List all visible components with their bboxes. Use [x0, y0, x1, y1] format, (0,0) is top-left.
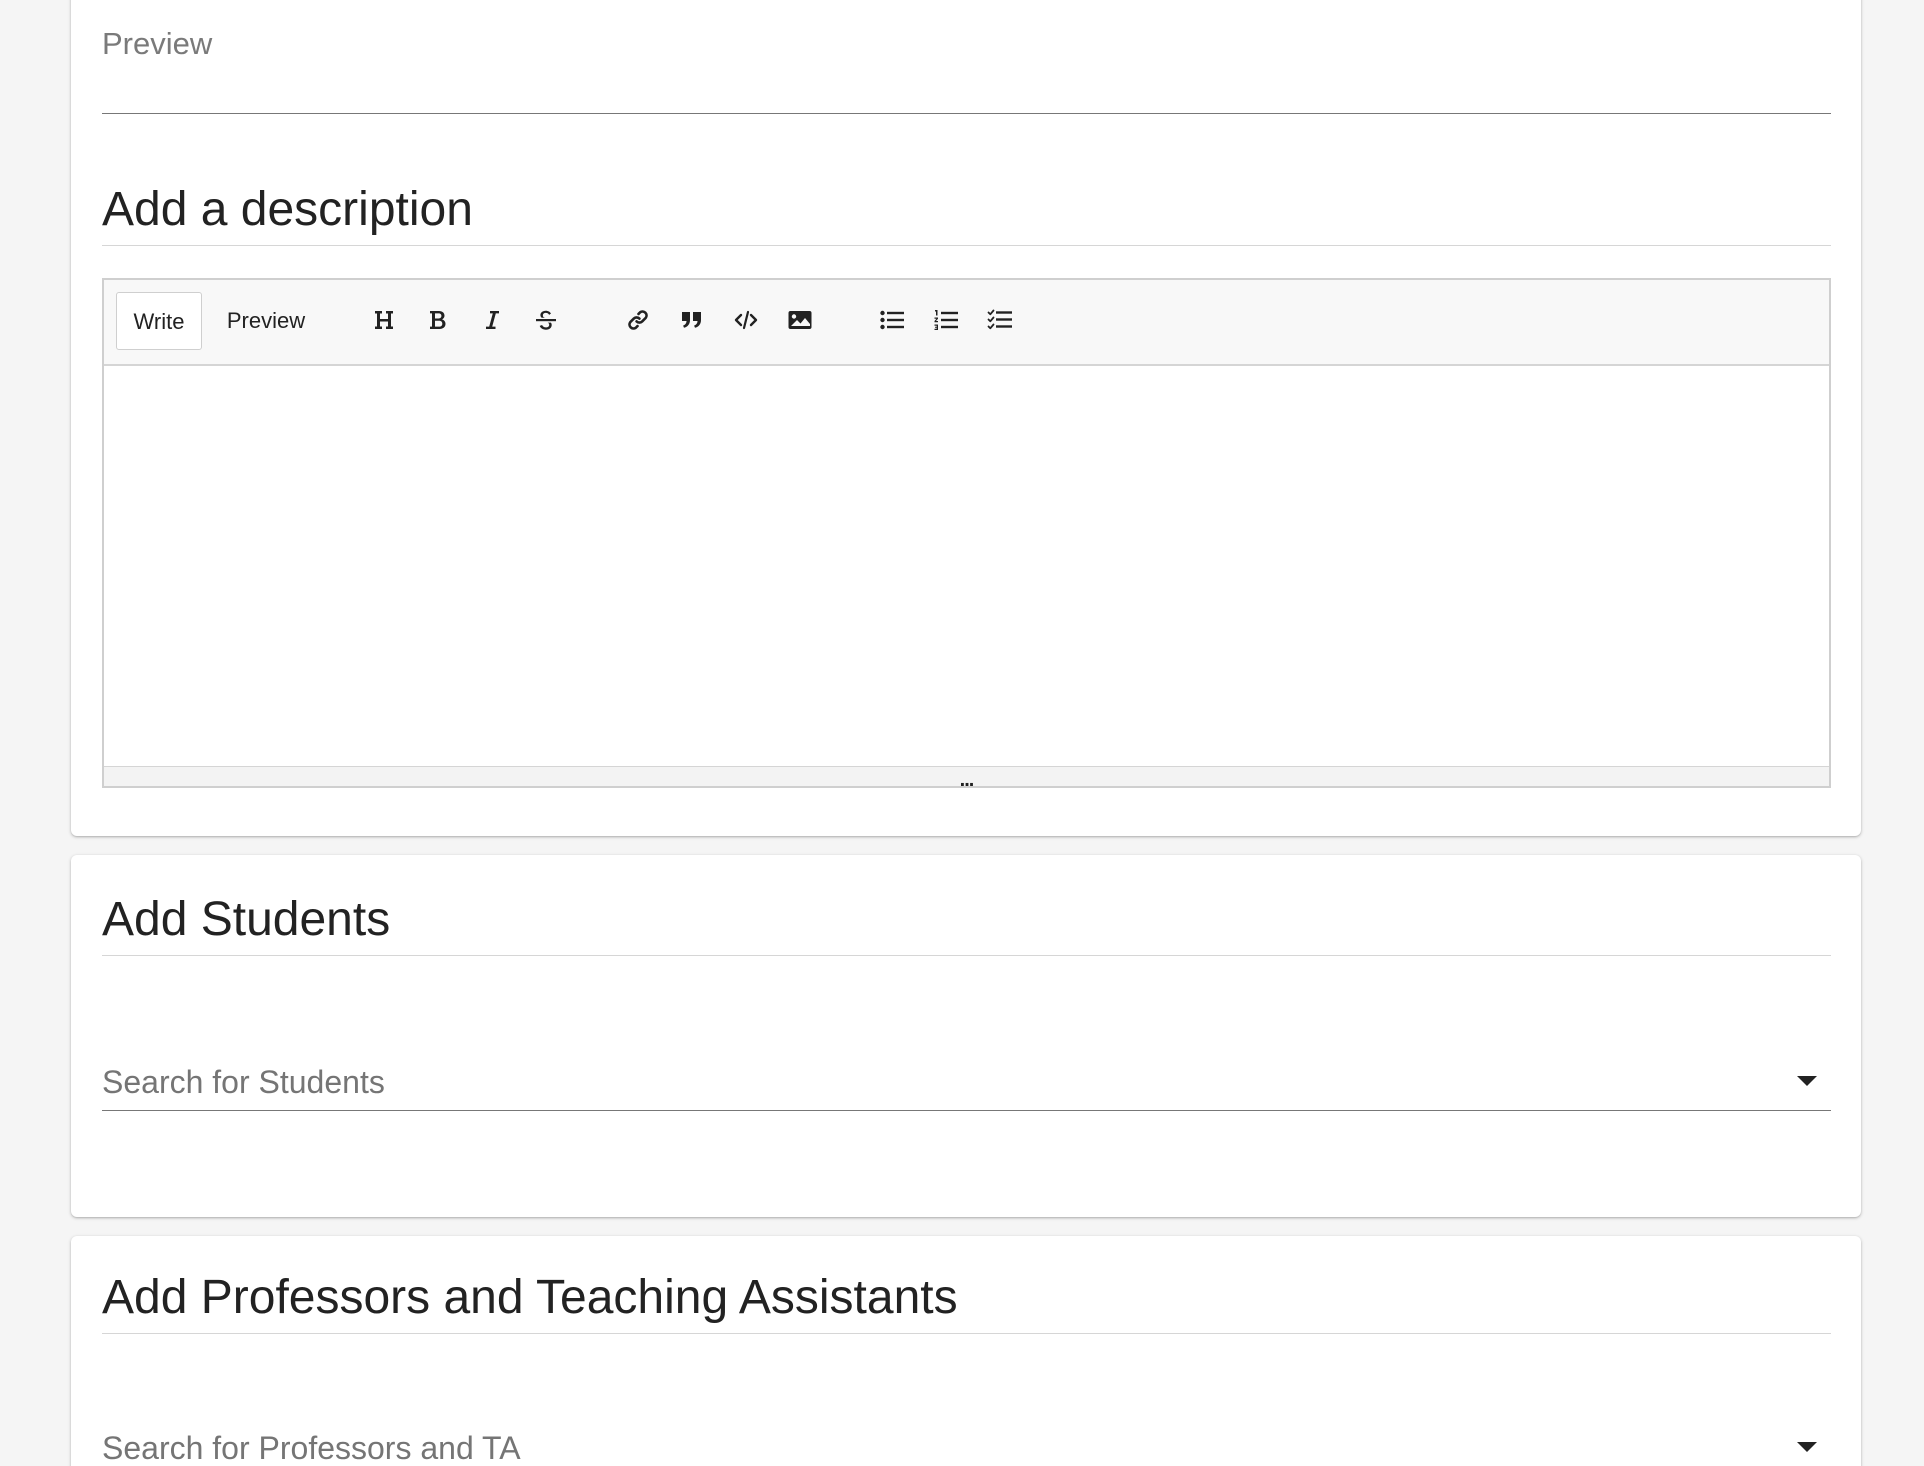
ordered-list-icon[interactable] — [928, 302, 964, 338]
quote-icon[interactable] — [674, 302, 710, 338]
preview-field[interactable]: Preview — [102, 24, 1831, 114]
chevron-down-icon[interactable] — [1797, 1076, 1817, 1086]
tab-preview[interactable]: Preview — [216, 292, 316, 350]
checked-list-icon[interactable] — [982, 302, 1018, 338]
staff-card: Add Professors and Teaching Assistants S… — [71, 1236, 1861, 1466]
unordered-list-icon[interactable] — [874, 302, 910, 338]
staff-search-placeholder: Search for Professors and TA — [102, 1430, 521, 1466]
resize-dots-icon: ... — [959, 769, 975, 791]
link-icon[interactable] — [620, 302, 656, 338]
preview-field-placeholder: Preview — [102, 26, 213, 61]
students-card: Add Students Search for Students — [71, 855, 1861, 1217]
strikethrough-icon[interactable] — [528, 302, 564, 338]
editor-resize-handle[interactable]: ... — [104, 766, 1829, 790]
page: Preview Add a description Write Preview — [0, 0, 1924, 1466]
editor-toolbar: Write Preview — [104, 280, 1829, 366]
staff-search-select[interactable]: Search for Professors and TA — [102, 1418, 1831, 1466]
description-card: Preview Add a description Write Preview — [71, 0, 1861, 836]
description-section-title: Add a description — [102, 186, 1831, 246]
italic-icon[interactable] — [474, 302, 510, 338]
heading-icon[interactable] — [366, 302, 402, 338]
bold-icon[interactable] — [420, 302, 456, 338]
chevron-down-icon[interactable] — [1797, 1442, 1817, 1452]
code-icon[interactable] — [728, 302, 764, 338]
editor-textarea[interactable] — [104, 366, 1829, 766]
students-search-select[interactable]: Search for Students — [102, 1052, 1831, 1111]
students-section-title: Add Students — [102, 896, 1831, 956]
students-search-placeholder: Search for Students — [102, 1064, 385, 1100]
tab-write[interactable]: Write — [116, 292, 202, 350]
image-icon[interactable] — [782, 302, 818, 338]
staff-section-title: Add Professors and Teaching Assistants — [102, 1274, 1831, 1334]
markdown-editor: Write Preview ... — [102, 278, 1831, 790]
